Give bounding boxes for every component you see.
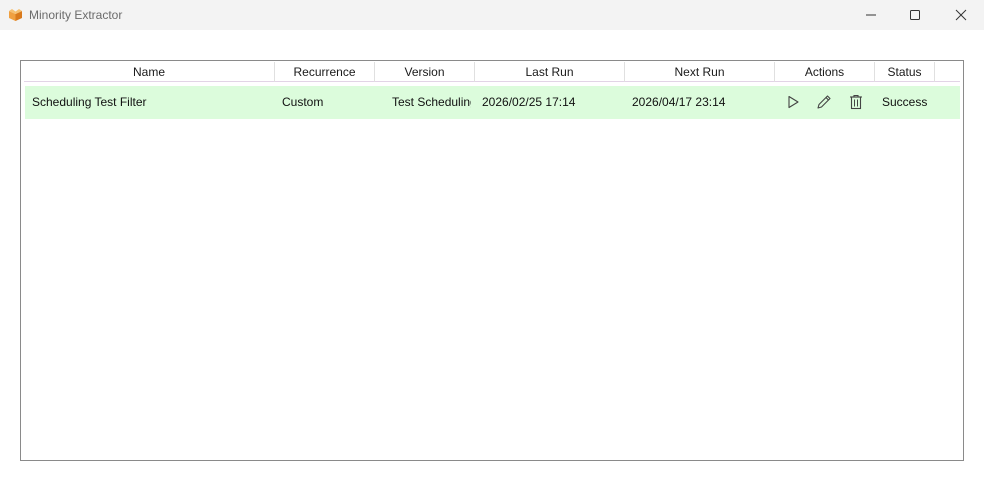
column-header-actions[interactable]: Actions (775, 62, 875, 82)
play-icon (786, 95, 800, 112)
column-header-name[interactable]: Name (24, 62, 275, 82)
column-header-status[interactable]: Status (875, 62, 935, 82)
cell-next-run: 2026/04/17 23:14 (632, 95, 726, 109)
maximize-icon (909, 9, 921, 21)
delete-button[interactable] (847, 94, 865, 112)
app-logo-icon (8, 8, 23, 22)
window-title: Minority Extractor (29, 8, 123, 22)
maximize-button[interactable] (892, 0, 938, 30)
pencil-icon (816, 94, 832, 113)
column-header-version[interactable]: Version (375, 62, 475, 82)
column-header-next-run[interactable]: Next Run (625, 62, 775, 82)
close-button[interactable] (938, 0, 984, 30)
cell-version: Test Scheduling (392, 95, 471, 109)
cell-name: Scheduling Test Filter (32, 95, 147, 109)
cell-recurrence: Custom (282, 95, 324, 109)
cell-last-run: 2026/02/25 17:14 (482, 95, 576, 109)
trash-icon (849, 94, 863, 113)
minimize-button[interactable] (848, 0, 894, 30)
edit-button[interactable] (815, 94, 833, 112)
cell-status: Success (882, 95, 928, 109)
app-window: Minority Extractor Name Recurrence Versi… (0, 0, 984, 492)
schedule-grid[interactable]: Name Recurrence Version Last Run Next Ru… (20, 60, 964, 461)
run-button[interactable] (784, 94, 802, 112)
close-icon (955, 9, 967, 21)
minimize-icon (865, 9, 877, 21)
title-bar[interactable]: Minority Extractor (0, 0, 984, 30)
grid-header: Name Recurrence Version Last Run Next Ru… (24, 62, 960, 82)
column-header-last-run[interactable]: Last Run (475, 62, 625, 82)
table-row[interactable]: Scheduling Test Filter Custom Test Sched… (25, 86, 960, 119)
column-header-recurrence[interactable]: Recurrence (275, 62, 375, 82)
